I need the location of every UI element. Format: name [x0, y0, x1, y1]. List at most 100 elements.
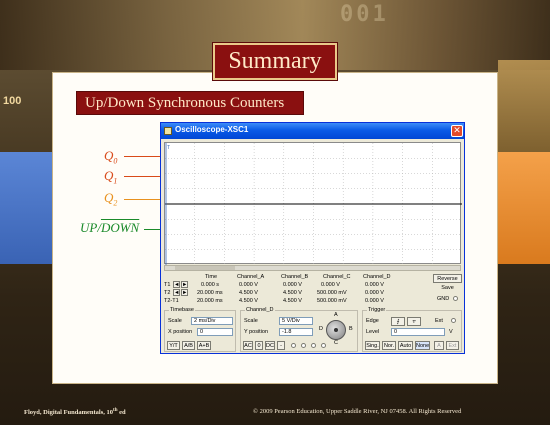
readout-cell: 4.500 V — [239, 298, 258, 304]
knob-label-a: A — [334, 312, 338, 318]
signal-label-q1: Q1 — [104, 168, 117, 186]
scrollbar-thumb[interactable] — [175, 266, 235, 270]
knob-label-d: D — [319, 326, 323, 332]
coupling-zero-button[interactable]: 0 — [255, 341, 263, 350]
trigger-title: Trigger — [367, 307, 387, 313]
scope-grid: T — [165, 143, 462, 265]
signal-name: Q — [104, 190, 114, 205]
channel-scale-field[interactable]: 5 V/Div — [279, 317, 313, 325]
timebase-scale-label: Scale — [168, 318, 182, 324]
gnd-label: GND — [437, 296, 450, 302]
trigger-normal-button[interactable]: Nor. — [382, 341, 396, 350]
save-button[interactable]: Save — [433, 284, 462, 293]
footer-citation-end: ed — [117, 409, 126, 417]
scope-screen: T — [164, 142, 462, 265]
level-field[interactable]: 0 — [391, 328, 445, 336]
readout-cell: 4.500 V — [239, 290, 258, 296]
trigger-group: Trigger Edge ⨍ ⥾ Ext Level 0 V Sing. Nor… — [362, 307, 462, 352]
decorative-digits: 001 — [340, 2, 389, 27]
trigger-single-button[interactable]: Sing. — [365, 341, 380, 350]
trigger-auto-button[interactable]: Auto — [398, 341, 413, 350]
readout-cell: 4.500 V — [283, 290, 302, 296]
t1-left-arrow[interactable]: ◄ — [173, 281, 180, 288]
readout-header-channel-d: Channel_D — [363, 274, 391, 280]
decorative-blue-bar — [0, 152, 52, 264]
window-titlebar[interactable]: Oscilloscope-XSC1 ✕ — [161, 123, 464, 139]
coupling-dc-button[interactable]: DC — [265, 341, 275, 350]
reverse-button[interactable]: Reverse — [433, 274, 462, 283]
channel-scale-label: Scale — [244, 318, 258, 324]
readout-cell: 500.000 mV — [317, 298, 347, 304]
oscilloscope-window: Oscilloscope-XSC1 ✕ T T1 ◄ ► T2 ◄ ► T2-T… — [160, 122, 465, 354]
mode-yt-button[interactable]: Y/T — [167, 341, 180, 350]
t2-left-arrow[interactable]: ◄ — [173, 289, 180, 296]
readout-cell: 4.500 V — [283, 298, 302, 304]
t1-label: T1 — [164, 282, 171, 288]
t2-right-arrow[interactable]: ► — [181, 289, 188, 296]
ext-label: Ext — [435, 318, 443, 324]
cursor-marker: T — [167, 145, 170, 151]
signal-name: Q — [104, 148, 114, 163]
signal-subscript: 2 — [113, 198, 118, 208]
readout-cell: 0.000 V — [365, 298, 384, 304]
decorative-gold-bar — [498, 60, 550, 152]
readout-cell: 0.000 V — [321, 282, 340, 288]
edge-label: Edge — [366, 318, 379, 324]
decorative-number: 100 — [3, 95, 22, 107]
mode-ab-button[interactable]: A/B — [182, 341, 195, 350]
gnd-radio[interactable] — [453, 296, 458, 301]
signal-name: UP/ — [80, 220, 101, 235]
coupling-ac-button[interactable]: AC — [243, 341, 253, 350]
window-title: Oscilloscope-XSC1 — [175, 125, 249, 134]
coupling-minus-button[interactable]: - — [277, 341, 285, 350]
timebase-title: Timebase — [169, 307, 195, 313]
mode-a-plus-b-button[interactable]: A+B — [197, 341, 211, 350]
falling-edge-button[interactable]: ⥾ — [407, 317, 421, 326]
y-position-label: Y position — [244, 329, 269, 335]
channel-radio[interactable] — [311, 343, 316, 348]
signal-label-up-down: UP/DOWN — [80, 220, 139, 236]
channel-radio[interactable] — [301, 343, 306, 348]
channel-selector-knob[interactable] — [326, 320, 346, 340]
timebase-scale-field[interactable]: 2 ms/Div — [191, 317, 233, 325]
close-icon[interactable]: ✕ — [451, 125, 463, 137]
signal-lead-q2 — [124, 199, 160, 200]
readout-cell: 500.000 mV — [317, 290, 347, 296]
ext-radio[interactable] — [451, 318, 456, 323]
signal-subscript: 1 — [113, 176, 118, 186]
channel-radio[interactable] — [291, 343, 296, 348]
signal-lead-q0 — [124, 156, 160, 157]
knob-label-b: B — [349, 326, 353, 332]
readout-header-time: Time — [205, 274, 218, 280]
knob-center — [334, 328, 338, 332]
rising-edge-button[interactable]: ⨍ — [391, 317, 405, 326]
channel-radio[interactable] — [321, 343, 326, 348]
footer-citation: Floyd, Digital Fundamentals, 10th ed — [24, 408, 126, 416]
decorative-orange-bar — [498, 152, 550, 264]
signal-label-q2: Q2 — [104, 190, 117, 208]
y-position-field[interactable]: -1.8 — [279, 328, 313, 336]
t1-right-arrow[interactable]: ► — [181, 281, 188, 288]
trigger-none-button[interactable]: None — [415, 341, 430, 350]
title-box: Summary — [213, 43, 337, 80]
readout-cell: 20.000 ms — [197, 290, 223, 296]
readout-cell: 20.000 ms — [197, 298, 223, 304]
timebase-group: Timebase Scale 2 ms/Div X position 0 Y/T… — [164, 307, 236, 352]
readout-cell: 0.000 V — [365, 290, 384, 296]
footer-citation-text: Floyd, Digital Fundamentals, 10 — [24, 409, 114, 417]
app-icon — [164, 127, 172, 135]
readout-cell: 0.000 V — [283, 282, 302, 288]
footer-copyright: © 2009 Pearson Education, Upper Saddle R… — [253, 408, 462, 415]
level-label: Level — [366, 329, 380, 335]
signal-lead-q1 — [124, 176, 160, 177]
x-position-field[interactable]: 0 — [197, 328, 233, 336]
trigger-source-ext-button[interactable]: Ext — [446, 341, 459, 350]
t2-label: T2 — [164, 290, 171, 296]
readout-header-channel-c: Channel_C — [323, 274, 351, 280]
horizontal-scrollbar[interactable] — [164, 265, 461, 271]
readout-header-channel-b: Channel_B — [281, 274, 309, 280]
slide-subtitle: Up/Down Synchronous Counters — [85, 95, 285, 111]
trigger-source-a-button[interactable]: A — [434, 341, 444, 350]
t2-t1-label: T2-T1 — [164, 298, 179, 304]
channel-group: Channel_D Scale 5 V/Div Y position -1.8 … — [240, 307, 358, 352]
